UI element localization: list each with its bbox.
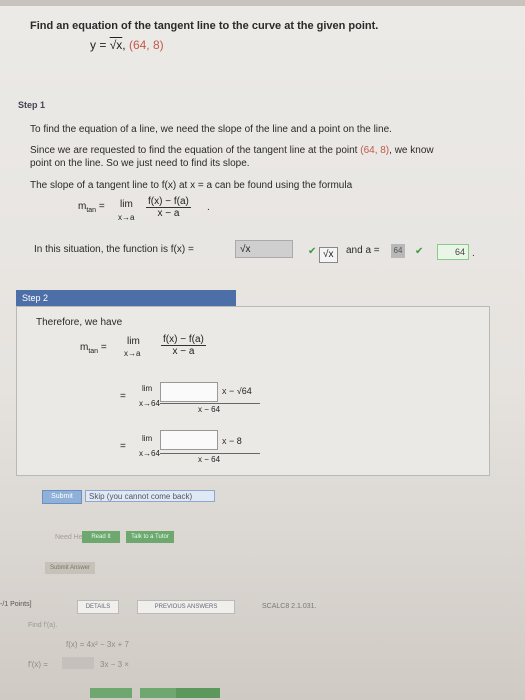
step2-header: Step 2	[16, 290, 236, 306]
page-background: Find an equation of the tangent line to …	[0, 0, 525, 700]
step2-minus-8: x − 8	[222, 436, 242, 446]
step1-line4: The slope of a tangent line to f(x) at x…	[30, 180, 353, 191]
next-derivative-input[interactable]	[62, 657, 94, 669]
check-icon: ✔	[308, 246, 317, 257]
problem-prompt: Find an equation of the tangent line to …	[30, 20, 379, 32]
step1-fraction: f(x) − f(a) x − a	[146, 196, 191, 219]
next-derivative-label: f'(x) =	[28, 660, 48, 669]
step1-label: Step 1	[18, 100, 46, 110]
submit-answer-button[interactable]: Submit Answer	[45, 562, 95, 574]
fraction-bar-1	[160, 403, 260, 404]
equation-point: (64, 8)	[128, 38, 164, 52]
next-read-it-button[interactable]	[90, 688, 132, 698]
step2-mtan: mtan =	[80, 342, 107, 355]
next-function: f(x) = 4x² − 3x + 7	[66, 640, 129, 649]
talk-to-tutor-button[interactable]: Talk to a Tutor	[126, 531, 174, 543]
find-derivative-text: Find f'(a).	[28, 622, 58, 629]
step2-lim-sub-64-2: x→64	[139, 449, 160, 458]
step1-period: .	[207, 202, 210, 213]
points-label: -/1 Points]	[0, 601, 32, 608]
check-icon-a: ✔	[415, 246, 424, 257]
top-strip	[0, 0, 525, 6]
step1-lim-sub: x→a	[118, 213, 135, 222]
step2-answer-input-2[interactable]	[160, 430, 218, 450]
step2-lim-sub-64-1: x→64	[139, 399, 160, 408]
details-button[interactable]: DETAILS	[77, 600, 119, 614]
previous-answers-button[interactable]: PREVIOUS ANSWERS	[137, 600, 235, 614]
problem-code: SCALC8 2.1.031.	[262, 603, 317, 610]
step1-line2: Since we are requested to find the equat…	[30, 145, 434, 156]
step2-panel	[16, 306, 490, 476]
next-derivative-tail: 3x − 3 ×	[100, 660, 129, 669]
step2-answer-input-1[interactable]	[160, 382, 218, 402]
minus-8-text: − 8	[229, 436, 242, 446]
step2-mtan-sub: tan	[88, 348, 99, 355]
step2-numerator-a: f(x) − f(a)	[161, 334, 206, 346]
step1-line2-point: (64, 8)	[360, 145, 390, 156]
step2-denominator-64-2: x − 64	[198, 455, 221, 464]
a-correct-answer: 64	[437, 244, 469, 260]
mtan-equals: =	[98, 201, 105, 212]
step2-mtan-equals: =	[100, 342, 107, 353]
step1-line2a: Since we are requested to find the equat…	[30, 145, 361, 156]
step1-mtan: mtan =	[78, 201, 105, 214]
equation-sep: ,	[122, 38, 129, 52]
function-correct-answer: √x	[319, 247, 338, 263]
step1-trailing-period: .	[472, 248, 475, 259]
submit-button[interactable]: Submit	[42, 490, 82, 504]
problem-equation: y = √x, (64, 8)	[90, 38, 164, 52]
step2-fraction-a: f(x) − f(a) x − a	[161, 334, 206, 357]
step1-line2b: , we know	[389, 145, 434, 156]
step2-lim-1: lim	[142, 384, 153, 393]
step2-minus-sqrt: x − √64	[222, 386, 252, 396]
step2-equals-2: =	[120, 441, 126, 452]
minus-sqrt-text: − √64	[229, 386, 252, 396]
step2-lim-sub-a: x→a	[124, 349, 141, 358]
step2-denominator-a: x − a	[172, 346, 195, 357]
function-input[interactable]: √x	[235, 240, 293, 258]
fraction-bar-2	[160, 453, 260, 454]
step1-denominator: x − a	[157, 208, 180, 219]
step1-numerator: f(x) − f(a)	[146, 196, 191, 208]
step2-lim-2: lim	[142, 434, 153, 443]
situation-text: In this situation, the function is f(x) …	[34, 244, 194, 255]
step1-lim: lim	[120, 199, 133, 210]
step1-line3: point on the line. So we just need to fi…	[30, 158, 250, 169]
and-a-label: and a =	[346, 245, 380, 256]
equation-left: y =	[90, 38, 110, 52]
mtan-sub: tan	[86, 207, 97, 214]
step2-lim-a: lim	[127, 336, 140, 347]
equation-radical: √x	[109, 38, 123, 52]
step2-equals-1: =	[120, 391, 126, 402]
step2-therefore: Therefore, we have	[36, 317, 123, 328]
next-tutor-button[interactable]	[176, 688, 220, 698]
step2-denominator-64-1: x − 64	[198, 405, 221, 414]
skip-button[interactable]: Skip (you cannot come back)	[85, 490, 215, 502]
read-it-button[interactable]: Read It	[82, 531, 120, 543]
a-input[interactable]: 64	[391, 244, 405, 258]
step1-line1: To find the equation of a line, we need …	[30, 124, 392, 135]
